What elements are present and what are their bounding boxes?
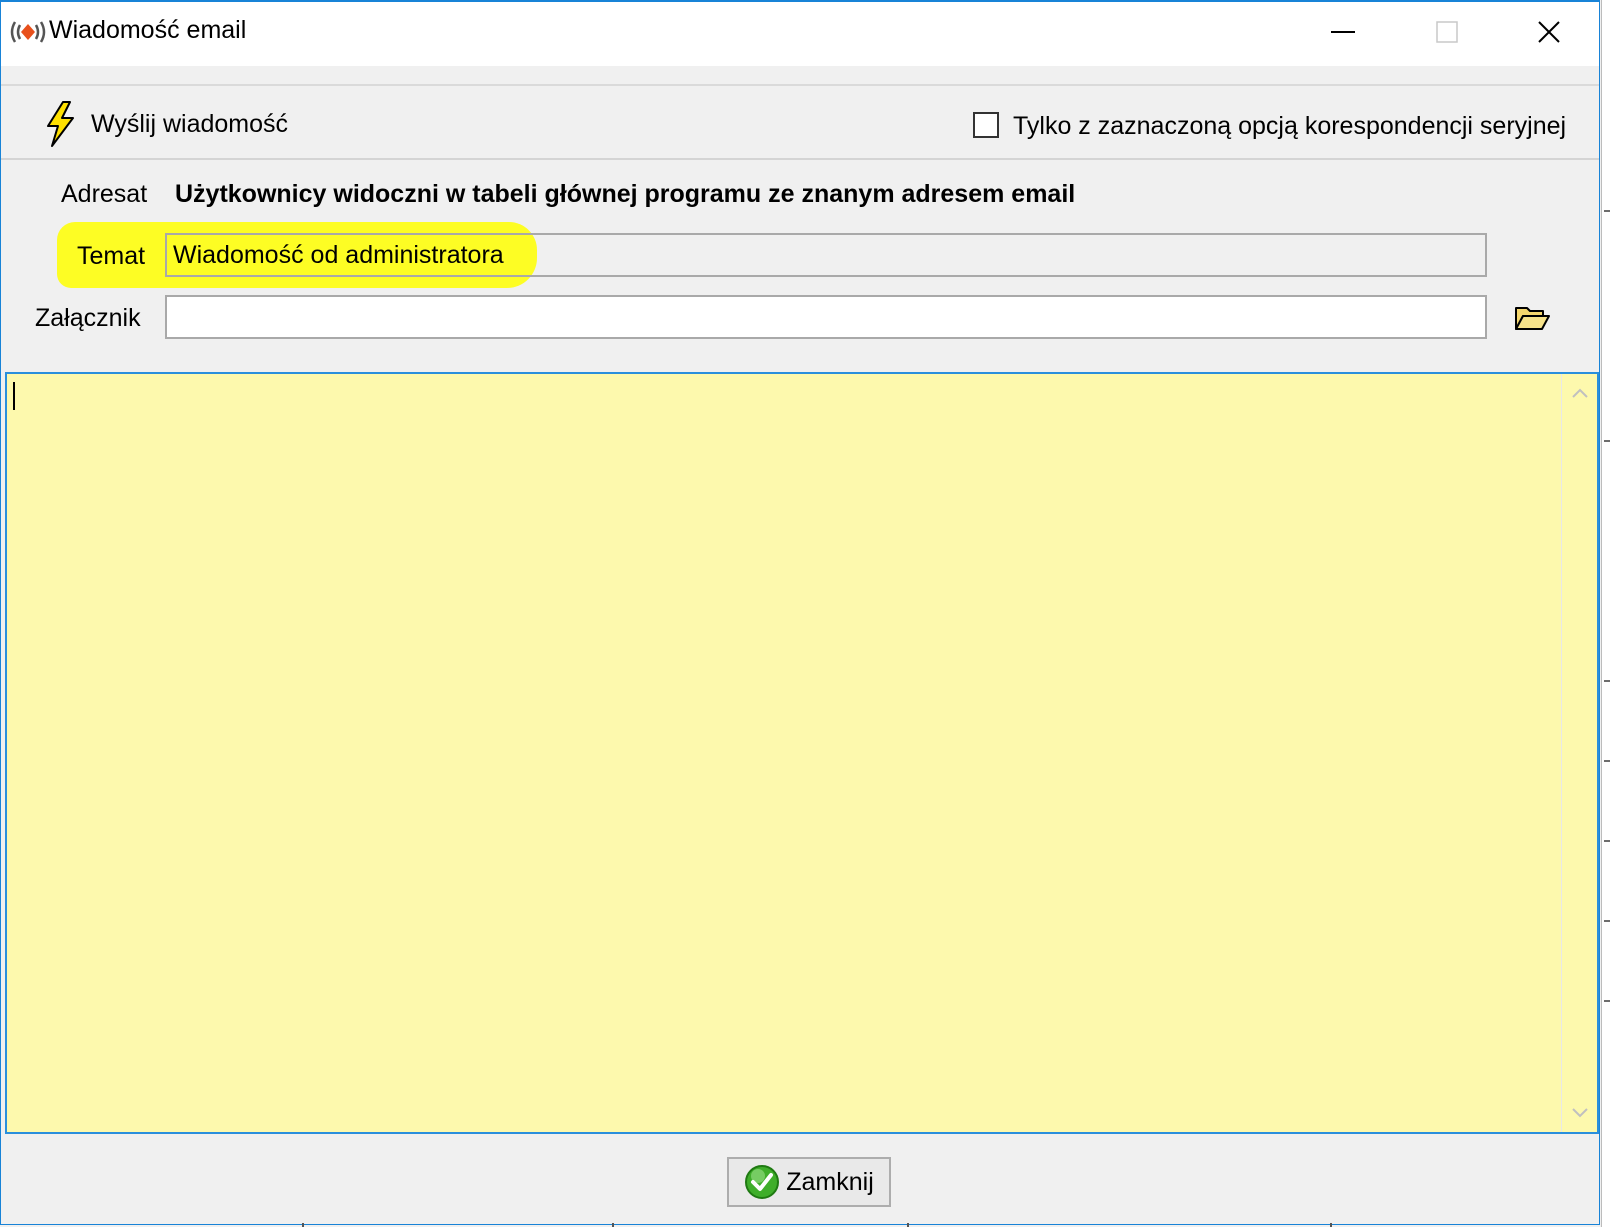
vertical-scrollbar[interactable] xyxy=(1561,374,1597,1132)
title-bar[interactable]: Wiadomość email xyxy=(1,2,1599,66)
toolbar-separator xyxy=(1,158,1599,160)
attachment-input[interactable] xyxy=(165,295,1487,339)
text-cursor xyxy=(13,382,15,410)
send-message-button[interactable]: Wyślij wiadomość xyxy=(43,98,288,150)
close-button[interactable]: Zamknij xyxy=(727,1157,891,1207)
close-icon xyxy=(1538,21,1560,43)
background-window-edge xyxy=(1601,0,1611,1227)
scroll-up-icon[interactable] xyxy=(1570,386,1590,400)
lightning-bolt-icon xyxy=(47,101,74,147)
mail-merge-checkbox[interactable] xyxy=(973,112,999,138)
send-message-label: Wyślij wiadomość xyxy=(91,109,289,138)
subject-label: Temat xyxy=(77,242,146,270)
scroll-down-icon[interactable] xyxy=(1570,1106,1590,1120)
folder-open-icon[interactable] xyxy=(1513,302,1551,334)
green-check-icon xyxy=(745,1165,780,1199)
recipient-value: Użytkownicy widoczni w tabeli głównej pr… xyxy=(175,180,1076,208)
recipient-label: Adresat xyxy=(61,180,148,208)
maximize-button[interactable] xyxy=(1399,2,1495,62)
subject-input[interactable]: Wiadomość od administratora xyxy=(165,233,1487,277)
close-button-label: Zamknij xyxy=(786,1167,874,1196)
attachment-label: Załącznik xyxy=(35,304,141,332)
close-window-button[interactable] xyxy=(1501,2,1597,62)
mail-merge-checkbox-label[interactable]: Tylko z zaznaczoną opcją korespondencji … xyxy=(1013,112,1566,141)
window-title: Wiadomość email xyxy=(49,16,247,44)
app-icon xyxy=(10,21,46,43)
maximize-icon xyxy=(1436,21,1458,43)
minimize-button[interactable] xyxy=(1295,2,1391,62)
minimize-icon xyxy=(1331,31,1355,33)
title-separator xyxy=(1,84,1599,86)
email-dialog-window: Wiadomość email Wyślij wiadomość Tylko z… xyxy=(0,0,1600,1225)
message-body-editor[interactable] xyxy=(5,372,1599,1134)
